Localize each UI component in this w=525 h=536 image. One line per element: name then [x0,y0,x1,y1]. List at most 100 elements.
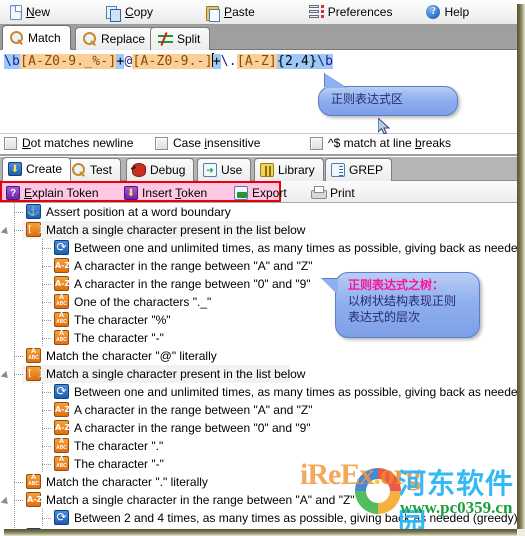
tree-row[interactable]: A-Z A character in the range between "A" … [0,257,517,275]
checkbox-dot-matches-newline[interactable] [4,136,17,150]
option-anchors-match-line-breaks[interactable]: ^$ match at line breaks [310,136,451,150]
tree-row-label: Match the character "." literally [46,475,208,489]
tree-row[interactable]: Assert position at a word boundary [0,527,517,529]
tree-row-label: Match the character "@" literally [46,349,217,363]
question-mark-icon [6,185,20,200]
application-window: New Copy Paste Preferences ? Help Match … [0,0,525,536]
tree-expander-icon[interactable] [3,496,12,505]
quantifier-icon [54,384,69,399]
tab-label-match: Match [28,30,61,45]
option-label-dot-matches-newline: Dot matches newline [22,136,134,150]
anchor-icon [26,204,41,219]
tree-row[interactable]: Between 2 and 4 times, as many times as … [0,509,517,527]
tree-row-label: Match a single character present in the … [46,223,306,237]
regex-explanation-tree[interactable]: Assert position at a word boundary Match … [0,203,517,529]
tab-test[interactable]: Test [66,158,122,181]
tab-label-split: Split [177,32,201,46]
help-icon: ? [426,5,441,19]
tree-row[interactable]: Between one and unlimited times, as many… [0,383,517,401]
action-insert-token[interactable]: Insert Token [124,184,207,201]
tree-row[interactable]: The character "-" [0,455,517,473]
copy-icon [106,5,122,22]
tab-label-test: Test [90,163,113,177]
tree-row-label: The character "." [74,439,164,453]
tree-row[interactable]: Match a single character present in the … [0,221,517,239]
action-explain-token[interactable]: Explain Token [6,184,99,201]
tree-row[interactable]: Between one and unlimited times, as many… [0,239,517,257]
toolbar-button-preferences[interactable]: Preferences [303,1,399,24]
tab-library[interactable]: Library [254,158,324,181]
tab-replace[interactable]: Replace [75,27,156,50]
paste-icon [205,5,221,22]
tab-split[interactable]: Split [150,27,211,50]
option-case-insensitive[interactable]: Case insensitive [155,136,260,150]
split-icon [158,32,173,46]
tab-label-replace: Replace [101,32,146,46]
tree-row[interactable]: The character "." [0,437,517,455]
magnifier-icon [10,30,24,45]
tree-row[interactable]: A-Z Match a single character in the range… [0,491,517,509]
window-shadow-corner [517,529,525,536]
tree-row[interactable]: Assert position at a word boundary [0,203,517,221]
action-print[interactable]: Print [310,184,355,201]
toolbar-button-new[interactable]: New [4,1,56,24]
tab-label-grep: GREP [349,163,384,177]
tab-debug[interactable]: Debug [126,158,195,181]
tree-row[interactable]: A-Z A character in the range between "0" … [0,419,517,437]
use-icon [203,163,217,177]
tree-row-label: A character in the range between "A" and… [74,259,313,273]
regex-input-text[interactable]: \b[A-Z0-9._%-]+@[A-Z0-9.-]+\.[A-Z]{2,4}\… [4,53,334,70]
tree-row-label: A character in the range between "0" and… [74,277,311,291]
printer-icon [310,186,327,199]
tree-row-label: Assert position at a word boundary [46,205,231,219]
tab-use[interactable]: Use [197,158,252,181]
range-icon: A-Z [54,420,70,435]
tree-row-label: The character "%" [74,313,171,327]
action-label-print: Print [330,185,355,200]
callout-regex-area: 正则表达式区 [318,74,458,116]
tree-row-label: Between one and unlimited times, as many… [74,385,517,399]
toolbar-label-paste: Paste [224,5,255,19]
window-client-area: New Copy Paste Preferences ? Help Match … [0,0,517,529]
quantifier-icon [54,510,69,525]
tree-row[interactable]: One of the characters "._" [0,293,517,311]
regex-token-quant-3: {2,4} [276,54,318,69]
preferences-icon [308,5,324,19]
tree-row[interactable]: The character "-" [0,329,517,347]
literal-icon [26,474,41,489]
toolbar-button-paste[interactable]: Paste [199,1,261,24]
function-tab-bar: Create Test Debug Use Library GREP [0,157,517,181]
option-dot-matches-newline[interactable]: Dot matches newline [4,136,133,150]
tab-label-library: Library [278,163,315,177]
tab-grep[interactable]: GREP [325,158,393,181]
tree-row-label: One of the characters "._" [74,295,212,309]
literal-icon [54,456,69,471]
tab-create[interactable]: Create [2,157,72,181]
tree-expander-icon[interactable] [3,226,12,235]
grep-icon [331,163,345,177]
window-shadow-right [517,4,525,536]
tree-row[interactable]: Match the character "." literally [0,473,517,491]
tree-row[interactable]: A-Z A character in the range between "A" … [0,401,517,419]
tree-row[interactable]: A-Z A character in the range between "0" … [0,275,517,293]
tree-row-label: A character in the range between "A" and… [74,403,313,417]
toolbar-button-help[interactable]: ? Help [420,1,475,24]
tree-row[interactable]: Match a single character present in the … [0,365,517,383]
tree-row[interactable]: The character "%" [0,311,517,329]
callout-regex-area-text: 正则表达式区 [331,92,404,106]
toolbar-label-preferences: Preferences [327,5,393,19]
tree-expander-icon[interactable] [3,370,12,379]
action-export[interactable]: Export [234,184,287,201]
tab-match[interactable]: Match [2,25,71,50]
literal-icon [54,330,69,345]
regex-token-class-2: [A-Z0-9.-] [132,54,213,69]
export-icon [234,185,248,200]
checkbox-case-insensitive[interactable] [155,136,168,150]
toolbar-button-copy[interactable]: Copy [100,1,159,24]
action-label-export: Export [252,185,287,200]
range-icon: A-Z [54,402,70,417]
tree-row[interactable]: Match the character "@" literally [0,347,517,365]
char-class-icon [26,366,41,381]
checkbox-anchors-match-line-breaks[interactable] [310,136,323,150]
literal-icon [26,348,41,363]
